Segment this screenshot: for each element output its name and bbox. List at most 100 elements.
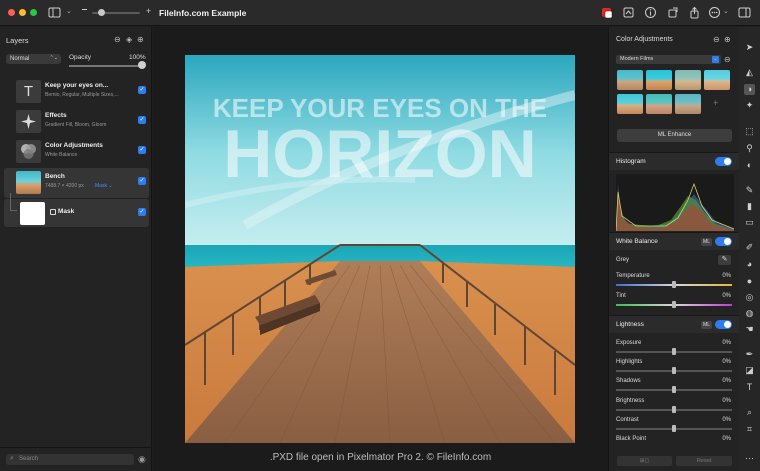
preset-thumbnail[interactable] <box>646 70 672 90</box>
brightness-slider-knob[interactable] <box>672 406 676 413</box>
add-adjustment-icon[interactable]: ⊕ <box>724 35 731 44</box>
sharpen-icon[interactable]: ◎ <box>744 292 755 303</box>
opacity-slider-knob[interactable] <box>138 61 146 69</box>
lightness-ml-button[interactable]: ML <box>701 321 712 329</box>
filter-icon[interactable]: ◉ <box>138 454 146 465</box>
preset-thumbnail[interactable] <box>675 70 701 90</box>
color-adjustments-panel: Color Adjustments ⊖ ⊕ Modern Films ⌄ ⊖ +… <box>608 27 740 471</box>
shapes-tool-icon[interactable]: ◪ <box>744 365 755 376</box>
adjustment-value: 0% <box>722 340 731 346</box>
lightness-header: Lightness ML <box>609 315 740 333</box>
more-chevron-icon[interactable]: ⌄ <box>723 7 729 15</box>
layer-row-mask[interactable]: Mask ✓ <box>4 193 149 227</box>
crop-rotate-icon[interactable] <box>666 6 679 19</box>
preset-thumbnail[interactable] <box>675 94 701 114</box>
remove-adjustment-icon[interactable]: ⊖ <box>713 35 720 44</box>
color-select-icon[interactable]: ◐ <box>744 160 755 171</box>
select-tool-icon[interactable]: ⬚ <box>744 126 755 137</box>
inspector-toggle-icon[interactable] <box>738 6 751 19</box>
blur-icon[interactable]: ◍ <box>744 308 755 319</box>
maximize-window-button[interactable] <box>30 9 37 16</box>
white-balance-ml-button[interactable]: ML <box>701 238 712 246</box>
zoom-tool-icon[interactable]: ⌕ <box>744 407 755 418</box>
preset-thumbnail[interactable] <box>646 94 672 114</box>
preset-thumbnail[interactable] <box>617 94 643 114</box>
color-adjust-tool-icon[interactable]: ◑ <box>744 84 755 95</box>
eyedropper-icon[interactable]: ✎ <box>718 255 731 265</box>
adjustment-value: 0% <box>722 417 731 423</box>
preset-select[interactable]: Modern Films ⌄ <box>616 55 721 64</box>
layer-row-color-adjustments[interactable]: Color Adjustments White Balance ✓ <box>4 137 149 167</box>
adjustment-label: Highlights <box>616 359 643 365</box>
canvas-image[interactable]: KEEP YOUR EYES ON THE HORIZON <box>185 55 575 443</box>
layer-search-field[interactable]: ⌕ Search <box>6 454 134 465</box>
blend-mode-select[interactable]: Normal ⌃⌄ <box>6 54 61 64</box>
layer-visibility-checkbox[interactable]: ✓ <box>138 208 146 216</box>
preset-value: Modern Films <box>620 56 654 62</box>
layer-visibility-checkbox[interactable]: ✓ <box>138 116 146 124</box>
chevron-down-icon[interactable]: ⌄ <box>66 7 72 15</box>
layer-subtitle: 7488.7 × 4200 px <box>45 183 84 189</box>
highlights-slider-knob[interactable] <box>672 367 676 374</box>
zoom-in-icon[interactable]: + <box>146 6 151 16</box>
paint-brush-icon[interactable]: ✎ <box>744 185 755 196</box>
layer-visibility-checkbox[interactable]: ✓ <box>138 146 146 154</box>
layer-row-bench[interactable]: Bench 7488.7 × 4200 px Mask ⌄ ✓ <box>4 168 149 198</box>
tint-slider-knob[interactable] <box>672 301 676 308</box>
sidebar-toggle-icon[interactable] <box>48 6 61 19</box>
window-title: FileInfo.com Example <box>159 8 247 18</box>
color-picker-icon[interactable] <box>600 6 613 19</box>
adjustment-label: Tint <box>616 293 626 299</box>
add-preset-icon[interactable]: + <box>713 98 718 108</box>
info-icon[interactable] <box>644 6 657 19</box>
lightness-toggle[interactable] <box>715 320 732 329</box>
adjustment-label: Temperature <box>616 273 650 279</box>
preset-thumbnail[interactable] <box>617 70 643 90</box>
export-icon[interactable] <box>622 6 635 19</box>
layer-visibility-checkbox[interactable]: ✓ <box>138 86 146 94</box>
eraser-icon[interactable]: ▭ <box>744 217 755 228</box>
crop-tool-icon[interactable]: ⌗ <box>744 424 755 435</box>
pen-tool-icon[interactable]: ✒ <box>744 349 755 360</box>
contrast-slider-knob[interactable] <box>672 425 676 432</box>
white-balance-toggle[interactable] <box>715 237 732 246</box>
ml-enhance-button[interactable]: ML Enhance <box>617 129 732 142</box>
preset-thumbnail[interactable] <box>704 70 730 90</box>
sponge-icon[interactable]: ● <box>744 276 755 287</box>
compare-button[interactable]: ⊞◻ <box>617 456 672 466</box>
layer-row-text[interactable]: T Keep your eyes on... Bernio, Regular, … <box>4 77 149 107</box>
opacity-slider[interactable] <box>69 65 144 67</box>
zoom-slider-knob[interactable] <box>98 9 105 16</box>
effects-tool-icon[interactable]: ✦ <box>744 100 755 111</box>
clone-icon[interactable]: ◕ <box>744 259 755 270</box>
temperature-slider-knob[interactable] <box>672 281 676 288</box>
arrange-tool-icon[interactable]: ➤ <box>744 42 755 53</box>
histogram-toggle[interactable] <box>715 157 732 166</box>
magic-wand-icon[interactable]: ⚲ <box>744 143 755 154</box>
type-tool-icon[interactable]: T <box>744 382 755 393</box>
retouch-icon[interactable]: ✐ <box>744 242 755 253</box>
add-layer-icon[interactable]: ⊕ <box>137 35 144 44</box>
histogram-graph <box>615 174 735 232</box>
layer-visibility-checkbox[interactable]: ✓ <box>138 177 146 185</box>
minimize-window-button[interactable] <box>19 9 26 16</box>
warp-icon[interactable]: ☚ <box>744 324 755 335</box>
zoom-out-icon[interactable] <box>82 9 87 10</box>
remove-layer-icon[interactable]: ⊖ <box>114 35 121 44</box>
reset-button[interactable]: Reset <box>676 456 732 466</box>
style-tool-icon[interactable]: ◭ <box>744 67 755 78</box>
more-options-icon[interactable] <box>708 6 721 19</box>
close-window-button[interactable] <box>8 9 15 16</box>
mask-dropdown[interactable]: Mask ⌄ <box>95 183 113 189</box>
layer-subtitle: Bernio, Regular, Multiple Sizes,... <box>45 92 119 98</box>
adjustment-label: Shadows <box>616 378 641 384</box>
more-tools-icon[interactable]: ⋯ <box>744 453 755 464</box>
layer-stack-icon[interactable]: ◈ <box>126 35 132 44</box>
shadows-slider-knob[interactable] <box>672 386 676 393</box>
tools-strip: ➤ ◭ ◑ ✦ ⬚ ⚲ ◐ ✎ ▮ ▭ ✐ ◕ ● ◎ ◍ ☚ ✒ ◪ T ⌕ … <box>739 27 760 471</box>
preset-options-icon[interactable]: ⊖ <box>724 55 731 64</box>
share-icon[interactable] <box>688 6 701 19</box>
layer-row-effects[interactable]: Effects Gradient Fill, Bloom, Gloom ✓ <box>4 107 149 137</box>
fill-bucket-icon[interactable]: ▮ <box>744 201 755 212</box>
exposure-slider-knob[interactable] <box>672 348 676 355</box>
